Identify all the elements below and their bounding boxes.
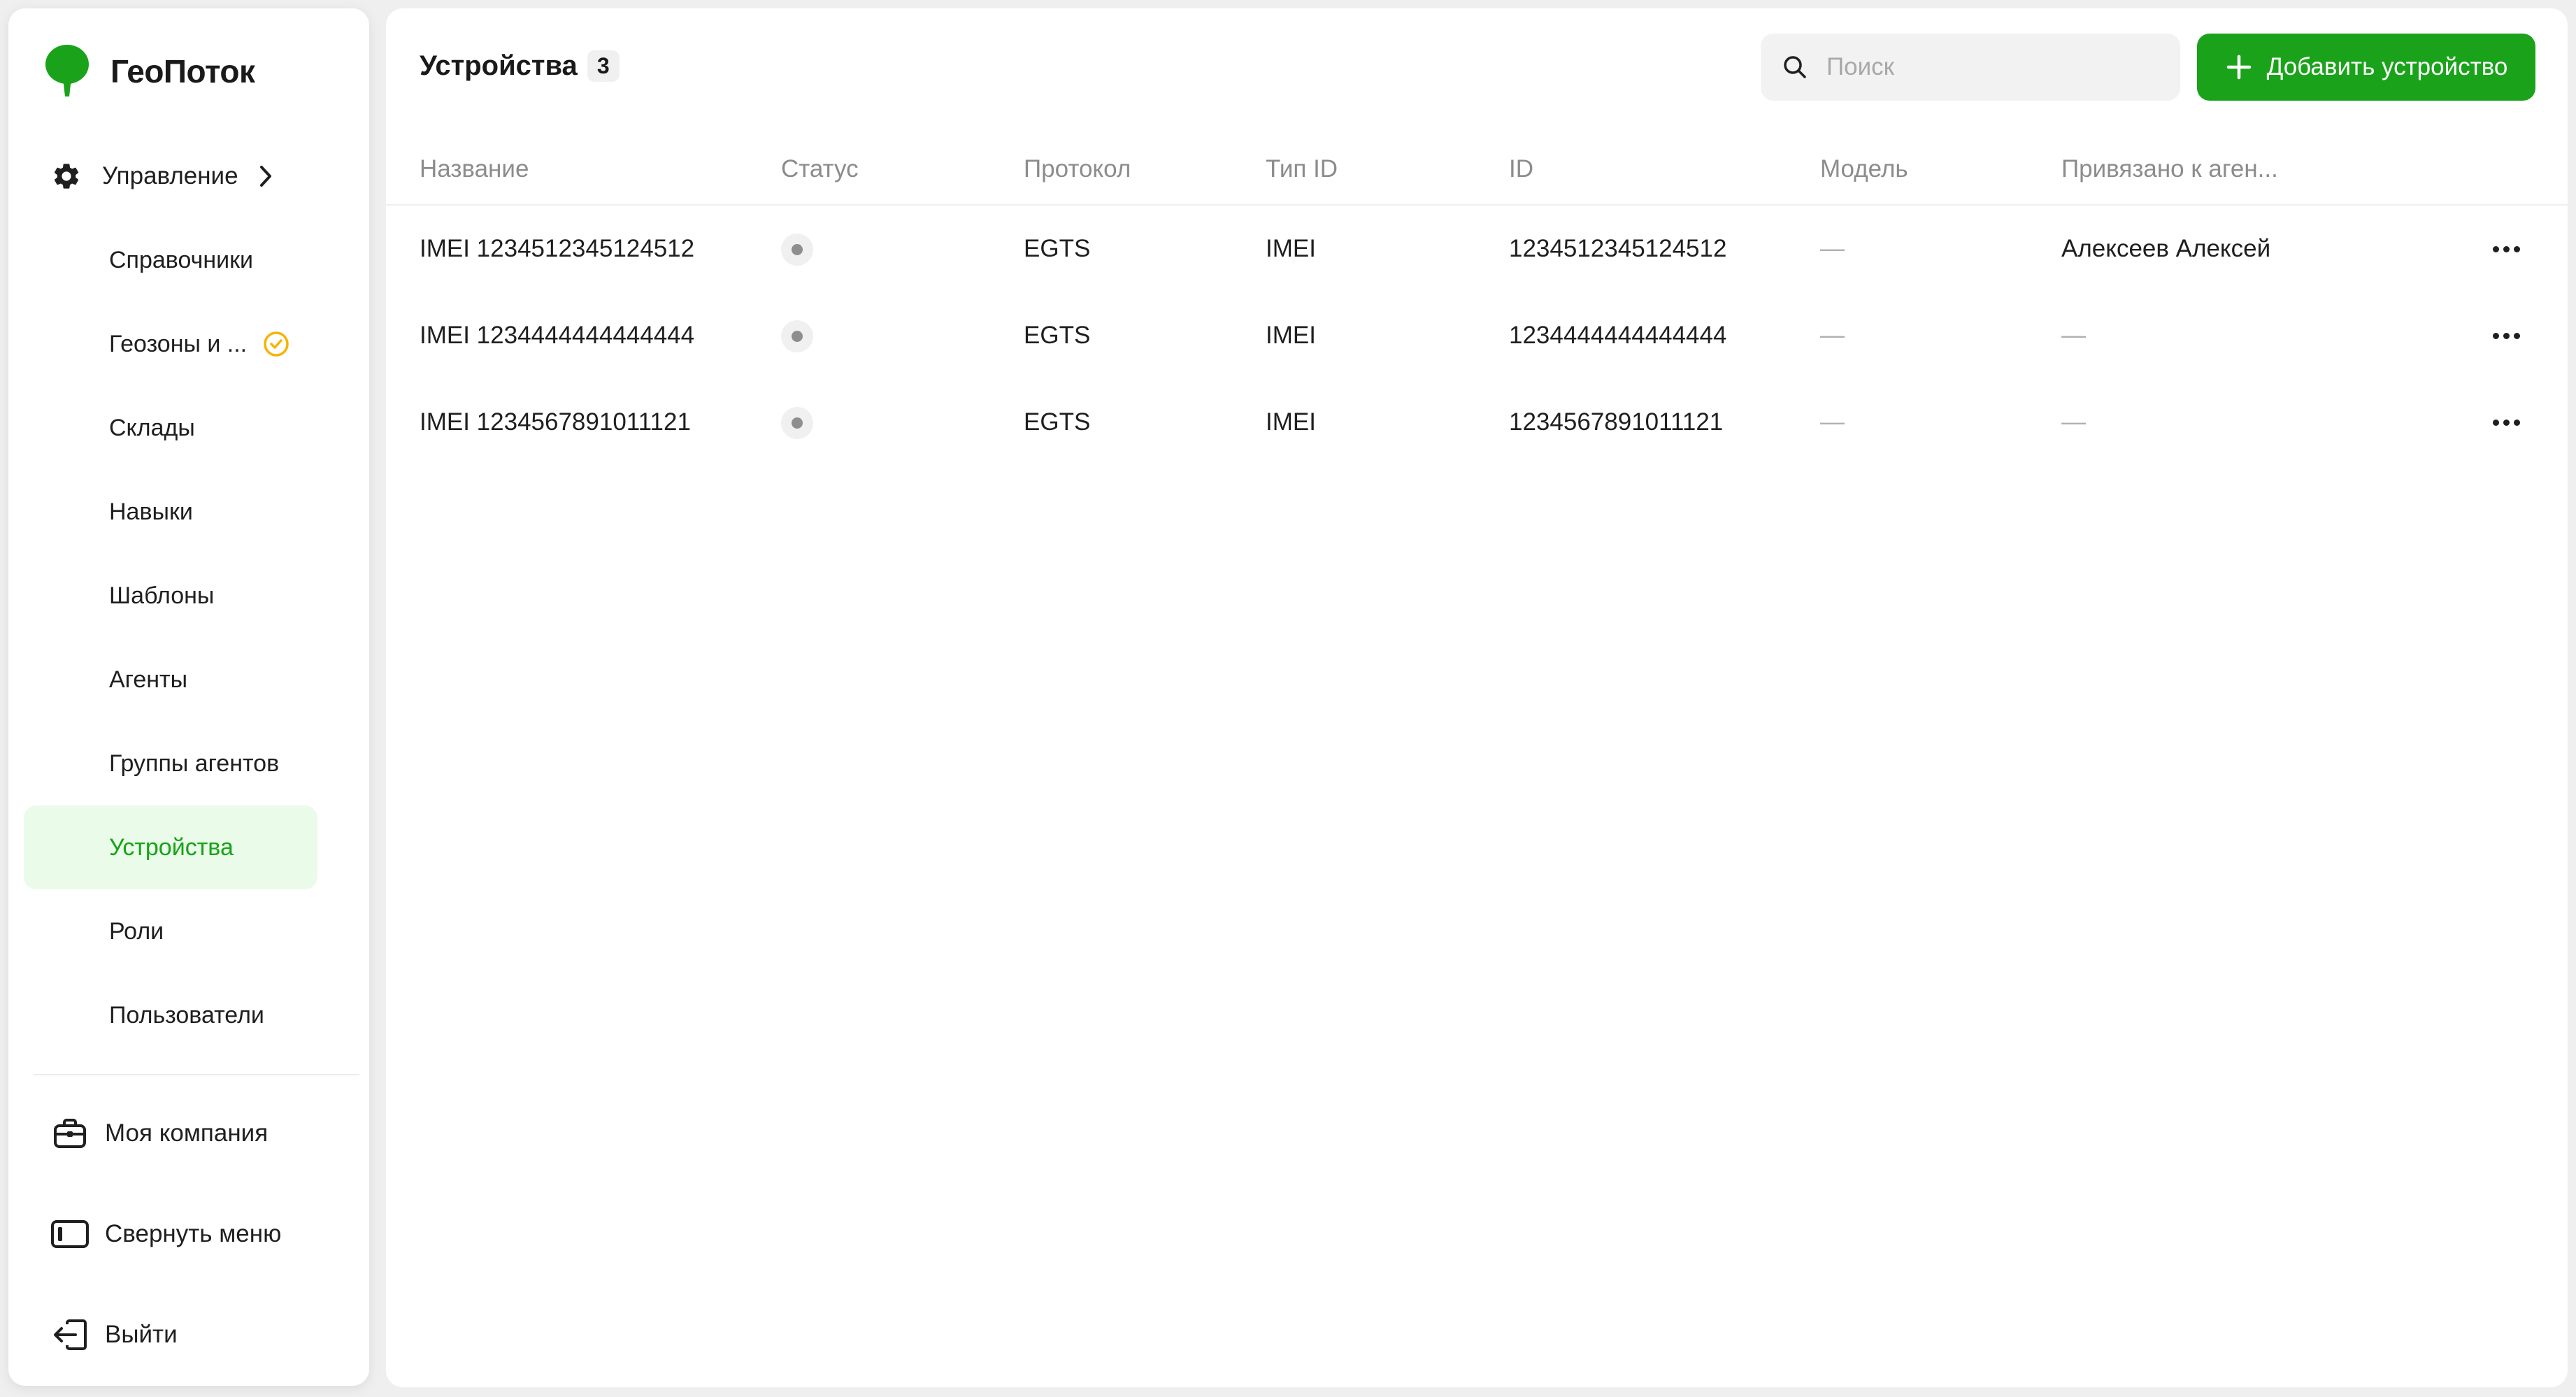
nav-list: Справочники Геозоны и ... Склады Навыки …	[24, 218, 324, 1057]
page-title: Устройства	[420, 50, 578, 81]
logo[interactable]: ГеоПоток	[43, 43, 255, 99]
cell-agent: —	[2061, 322, 2086, 349]
sidebar-item-devices[interactable]: Устройства	[24, 805, 317, 889]
column-header-model[interactable]: Модель	[1820, 134, 1908, 204]
more-actions-icon[interactable]	[2485, 401, 2527, 443]
add-device-label: Добавить устройство	[2266, 53, 2508, 80]
chevron-right-icon	[258, 162, 279, 190]
cell-id: 1234512345124512	[1509, 235, 1727, 262]
sidebar-item-label: Справочники	[109, 246, 253, 273]
sidebar-item-label: Моя компания	[105, 1119, 269, 1147]
count-badge: 3	[587, 50, 620, 82]
sidebar-divider	[34, 1074, 359, 1075]
column-header-agent[interactable]: Привязано к аген...	[2061, 134, 2278, 204]
sidebar-item-label: Пользователи	[109, 1001, 264, 1029]
app-name: ГеоПоток	[110, 53, 255, 89]
sidebar-item-agent-groups[interactable]: Группы агентов	[24, 722, 317, 805]
column-header-protocol[interactable]: Протокол	[1024, 134, 1131, 204]
sidebar-item-label: Навыки	[109, 498, 193, 525]
status-indicator	[781, 407, 813, 439]
search-icon	[1782, 54, 1808, 80]
cell-id-type: IMEI	[1266, 235, 1316, 262]
cell-agent: Алексеев Алексей	[2061, 235, 2271, 262]
sidebar-item-label: Выйти	[105, 1321, 178, 1348]
cell-id: 1234444444444444	[1509, 322, 1727, 349]
cell-id-type: IMEI	[1266, 408, 1316, 436]
collapse-menu-button[interactable]: Свернуть меню	[49, 1203, 281, 1266]
sidebar-item-templates[interactable]: Шаблоны	[24, 554, 317, 638]
sidebar-item-label: Склады	[109, 414, 195, 441]
column-header-id-type[interactable]: Тип ID	[1266, 134, 1338, 204]
sidebar-item-label: Агенты	[109, 666, 188, 693]
cell-protocol: EGTS	[1024, 322, 1091, 349]
cell-model: —	[1820, 235, 1845, 262]
cell-name: IMEI 1234567891011121	[420, 408, 691, 436]
gear-icon	[49, 159, 84, 194]
page-header: Устройства 3	[420, 50, 620, 82]
cell-protocol: EGTS	[1024, 235, 1091, 262]
sidebar-item-agents[interactable]: Агенты	[24, 638, 317, 722]
sidebar-item-users[interactable]: Пользователи	[24, 973, 317, 1057]
sidebar-item-label: Устройства	[109, 833, 234, 861]
status-indicator	[781, 234, 813, 266]
sidebar-item-my-company[interactable]: Моя компания	[49, 1102, 268, 1165]
plus-icon	[2225, 53, 2253, 81]
nav-section-management[interactable]: Управление	[49, 134, 279, 218]
sidebar-item-geozones[interactable]: Геозоны и ...	[24, 302, 317, 386]
sidebar-item-directories[interactable]: Справочники	[24, 218, 317, 302]
cell-protocol: EGTS	[1024, 408, 1091, 436]
add-device-button[interactable]: Добавить устройство	[2197, 34, 2535, 101]
sidebar-item-roles[interactable]: Роли	[24, 889, 317, 973]
sidebar-item-label: Шаблоны	[109, 582, 215, 609]
sidebar-item-label: Роли	[109, 917, 164, 945]
sidebar-item-label: Группы агентов	[109, 750, 280, 777]
cell-agent: —	[2061, 408, 2086, 436]
column-header-name[interactable]: Название	[420, 134, 529, 204]
table-row[interactable]: IMEI 1234567891011121 EGTS IMEI 12345678…	[386, 379, 2568, 466]
cell-name: IMEI 1234444444444444	[420, 322, 695, 349]
cell-model: —	[1820, 408, 1845, 436]
more-actions-icon[interactable]	[2485, 315, 2527, 357]
sidebar-item-warehouses[interactable]: Склады	[24, 386, 317, 470]
cell-model: —	[1820, 322, 1845, 349]
sidebar-item-skills[interactable]: Навыки	[24, 470, 317, 554]
devices-table: Название Статус Протокол Тип ID ID Модел…	[386, 134, 2568, 466]
sidebar-collapse-icon	[49, 1213, 91, 1255]
table-header: Название Статус Протокол Тип ID ID Модел…	[386, 134, 2568, 206]
clock-icon	[262, 330, 290, 358]
column-header-status[interactable]: Статус	[781, 134, 859, 204]
sidebar-item-label: Свернуть меню	[105, 1220, 282, 1247]
logout-icon	[49, 1314, 91, 1356]
more-actions-icon[interactable]	[2485, 228, 2527, 270]
cell-name: IMEI 1234512345124512	[420, 235, 695, 262]
search-input[interactable]	[1825, 52, 2163, 82]
logout-button[interactable]: Выйти	[49, 1303, 178, 1366]
cell-id: 1234567891011121	[1509, 408, 1724, 436]
cell-id-type: IMEI	[1266, 322, 1316, 349]
logo-tree-icon	[45, 45, 89, 96]
column-header-id[interactable]: ID	[1509, 134, 1533, 204]
table-row[interactable]: IMEI 1234512345124512 EGTS IMEI 12345123…	[386, 206, 2568, 292]
status-indicator	[781, 320, 813, 352]
main-panel: Устройства 3 Добавить устройство Названи…	[386, 8, 2568, 1387]
table-row[interactable]: IMEI 1234444444444444 EGTS IMEI 12344444…	[386, 292, 2568, 379]
briefcase-icon	[49, 1112, 91, 1154]
search-box[interactable]	[1761, 34, 2180, 101]
nav-section-label: Управление	[102, 162, 238, 189]
sidebar: ГеоПоток Управление Справочники Геозоны …	[8, 8, 369, 1386]
sidebar-item-label: Геозоны и ...	[109, 330, 248, 357]
